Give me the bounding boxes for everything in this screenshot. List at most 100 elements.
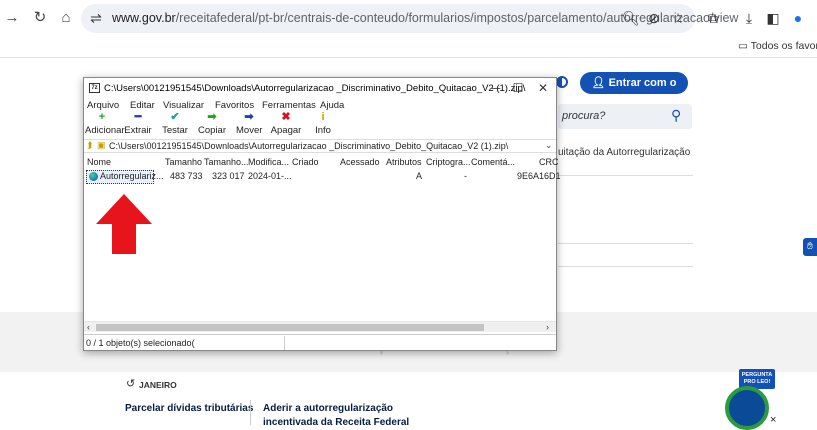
menu-favoritos[interactable]: Favoritos: [215, 100, 254, 111]
horizontal-scrollbar[interactable]: ‹ ›: [84, 321, 556, 332]
file-crypto: -: [464, 171, 467, 181]
file-attr: A: [416, 171, 423, 181]
window-title: C:\Users\00121951545\Downloads\Autorregu…: [104, 83, 526, 94]
col-acessado[interactable]: Acessado: [340, 157, 380, 167]
extract-icon: ━: [134, 111, 142, 123]
month-label: JANEIRO: [139, 380, 177, 390]
quitacao-link[interactable]: uitação da Autorregularização: [558, 147, 690, 158]
close-icon[interactable]: ×: [770, 414, 776, 426]
home-icon[interactable]: ⌂: [57, 9, 75, 27]
divider: [558, 175, 693, 176]
col-tamanho-comp[interactable]: Tamanho...: [204, 157, 249, 167]
menu-visualizar[interactable]: Visualizar: [163, 100, 204, 111]
url-text[interactable]: www.gov.br/receitafederal/pt-br/centrais…: [112, 11, 738, 25]
test-label: Testar: [162, 125, 188, 136]
history-icon: ↺: [126, 378, 136, 390]
accessibility-icon[interactable]: ✋︎: [803, 238, 817, 256]
test-button[interactable]: ✔ Testar: [162, 111, 188, 137]
zip-window: 7z C:\Users\00121951545\Downloads\Autorr…: [83, 77, 561, 351]
copy-label: Copiar: [198, 125, 226, 136]
incentivada-link[interactable]: incentivada da Receita Federal: [263, 417, 409, 428]
file-size: 483 733: [170, 171, 203, 181]
menu-editar[interactable]: Editar: [130, 100, 155, 111]
search-icon[interactable]: ⚲: [671, 107, 681, 124]
col-crc[interactable]: CRC: [539, 157, 559, 167]
url-host: www.gov.br: [112, 11, 176, 25]
tracking-off-icon[interactable]: ⊘: [646, 10, 662, 26]
copy-icon: ➡: [207, 111, 217, 123]
close-window-icon[interactable]: ✕: [531, 81, 555, 95]
download-icon[interactable]: ⤓: [741, 10, 757, 26]
file-crc: 9E6A16D1: [517, 171, 561, 181]
bookmark-folder-label: Todos os favori: [750, 40, 817, 52]
zoom-icon[interactable]: 🔍︎: [622, 10, 640, 26]
chevron-down-icon[interactable]: ⌄: [545, 140, 553, 151]
toolbar: + Adicionar ━ Extrair ✔ Testar ➡ Copiar ➡ Mov…: [84, 112, 556, 137]
delete-button[interactable]: ✖ Apagar: [270, 111, 302, 137]
parcelar-link[interactable]: Parcelar dívidas tributárias: [125, 403, 253, 414]
col-tamanho[interactable]: Tamanho: [165, 157, 202, 167]
menu-arquivo[interactable]: Arquivo: [87, 100, 119, 111]
add-icon: +: [98, 111, 106, 123]
up-folder-icon[interactable]: ⮭: [87, 140, 92, 151]
star-icon[interactable]: ☆: [670, 10, 686, 26]
scroll-thumb[interactable]: [96, 324, 484, 331]
col-nome[interactable]: Nome: [87, 157, 111, 167]
divider: [558, 243, 693, 244]
user-icon: 👤︎: [591, 77, 609, 89]
table-row[interactable]: Autorregulariz... 483 733 323 017 2024-0…: [84, 170, 561, 184]
col-criado[interactable]: Criado: [292, 157, 319, 167]
delete-label: Apagar: [270, 125, 302, 136]
contrast-icon[interactable]: [556, 76, 568, 88]
add-button[interactable]: + Adicionar: [85, 111, 125, 137]
file-name[interactable]: Autorregulariz...: [100, 171, 164, 181]
column-header: Nome Tamanho Tamanho... Modifica... Cria…: [84, 156, 559, 169]
copy-button[interactable]: ➡ Copiar: [198, 111, 226, 137]
move-icon: ➡: [244, 111, 254, 123]
reload-icon[interactable]: ↻: [31, 9, 49, 27]
menu-ferramentas[interactable]: Ferramentas: [262, 100, 316, 111]
browser-toolbar: → ↻ ⌂ ⇌ www.gov.br/receitafederal/pt-br/…: [0, 0, 817, 36]
menu-ajuda[interactable]: Ajuda: [320, 100, 344, 111]
col-atributos[interactable]: Atributos: [386, 157, 422, 167]
col-modificado[interactable]: Modifica...: [248, 157, 289, 167]
extract-button[interactable]: ━ Extrair: [123, 111, 153, 137]
delete-icon: ✖: [281, 111, 291, 123]
archive-icon: ▣: [97, 140, 106, 150]
forward-icon[interactable]: →: [3, 9, 21, 27]
test-icon: ✔: [170, 111, 180, 123]
divider: [250, 400, 251, 425]
path-bar[interactable]: ⮭ ▣ C:\Users\00121951545\Downloads\Autor…: [84, 139, 556, 153]
add-label: Adicionar: [85, 125, 125, 136]
minimize-icon[interactable]: ─: [484, 81, 508, 95]
move-label: Mover: [236, 125, 263, 136]
leo-avatar-icon[interactable]: [725, 386, 769, 430]
info-button[interactable]: i Info: [312, 111, 334, 137]
col-criptografado[interactable]: Criptogra...: [426, 157, 471, 167]
aderir-link[interactable]: Aderir a autorregularização: [263, 403, 393, 414]
move-button[interactable]: ➡ Mover: [236, 111, 263, 137]
extensions-icon[interactable]: ⧉: [705, 10, 721, 26]
status-divider: [284, 336, 285, 350]
extract-label: Extrair: [124, 125, 152, 136]
menu-bar: Arquivo Editar Visualizar Favoritos Ferr…: [84, 99, 556, 112]
login-button[interactable]: 👤︎ Entrar com o gov.br: [580, 72, 688, 111]
col-comentario[interactable]: Comentá...: [471, 157, 515, 167]
scroll-left-icon[interactable]: ‹: [87, 322, 90, 332]
file-packed: 323 017: [212, 171, 245, 181]
edge-file-icon: [89, 172, 98, 181]
status-bar: 0 / 1 objeto(s) selecionado(: [84, 334, 556, 350]
scroll-right-icon[interactable]: ›: [546, 322, 549, 332]
bookmark-folder[interactable]: ▭ Todos os favori: [738, 40, 817, 52]
maximize-icon[interactable]: ☐: [506, 81, 530, 95]
profile-icon[interactable]: ●: [790, 10, 806, 26]
file-modified: 2024-01-...: [248, 171, 292, 181]
info-icon: i: [321, 111, 325, 123]
search-placeholder: procura?: [562, 110, 606, 122]
window-titlebar[interactable]: 7z C:\Users\00121951545\Downloads\Autorr…: [84, 78, 556, 98]
info-label: Info: [315, 125, 331, 136]
7zip-icon: 7z: [89, 83, 100, 93]
path-text: C:\Users\00121951545\Downloads\Autorregu…: [109, 141, 509, 151]
site-info-icon[interactable]: ⇌: [88, 10, 104, 26]
sidepanel-icon[interactable]: ◧: [765, 10, 781, 26]
